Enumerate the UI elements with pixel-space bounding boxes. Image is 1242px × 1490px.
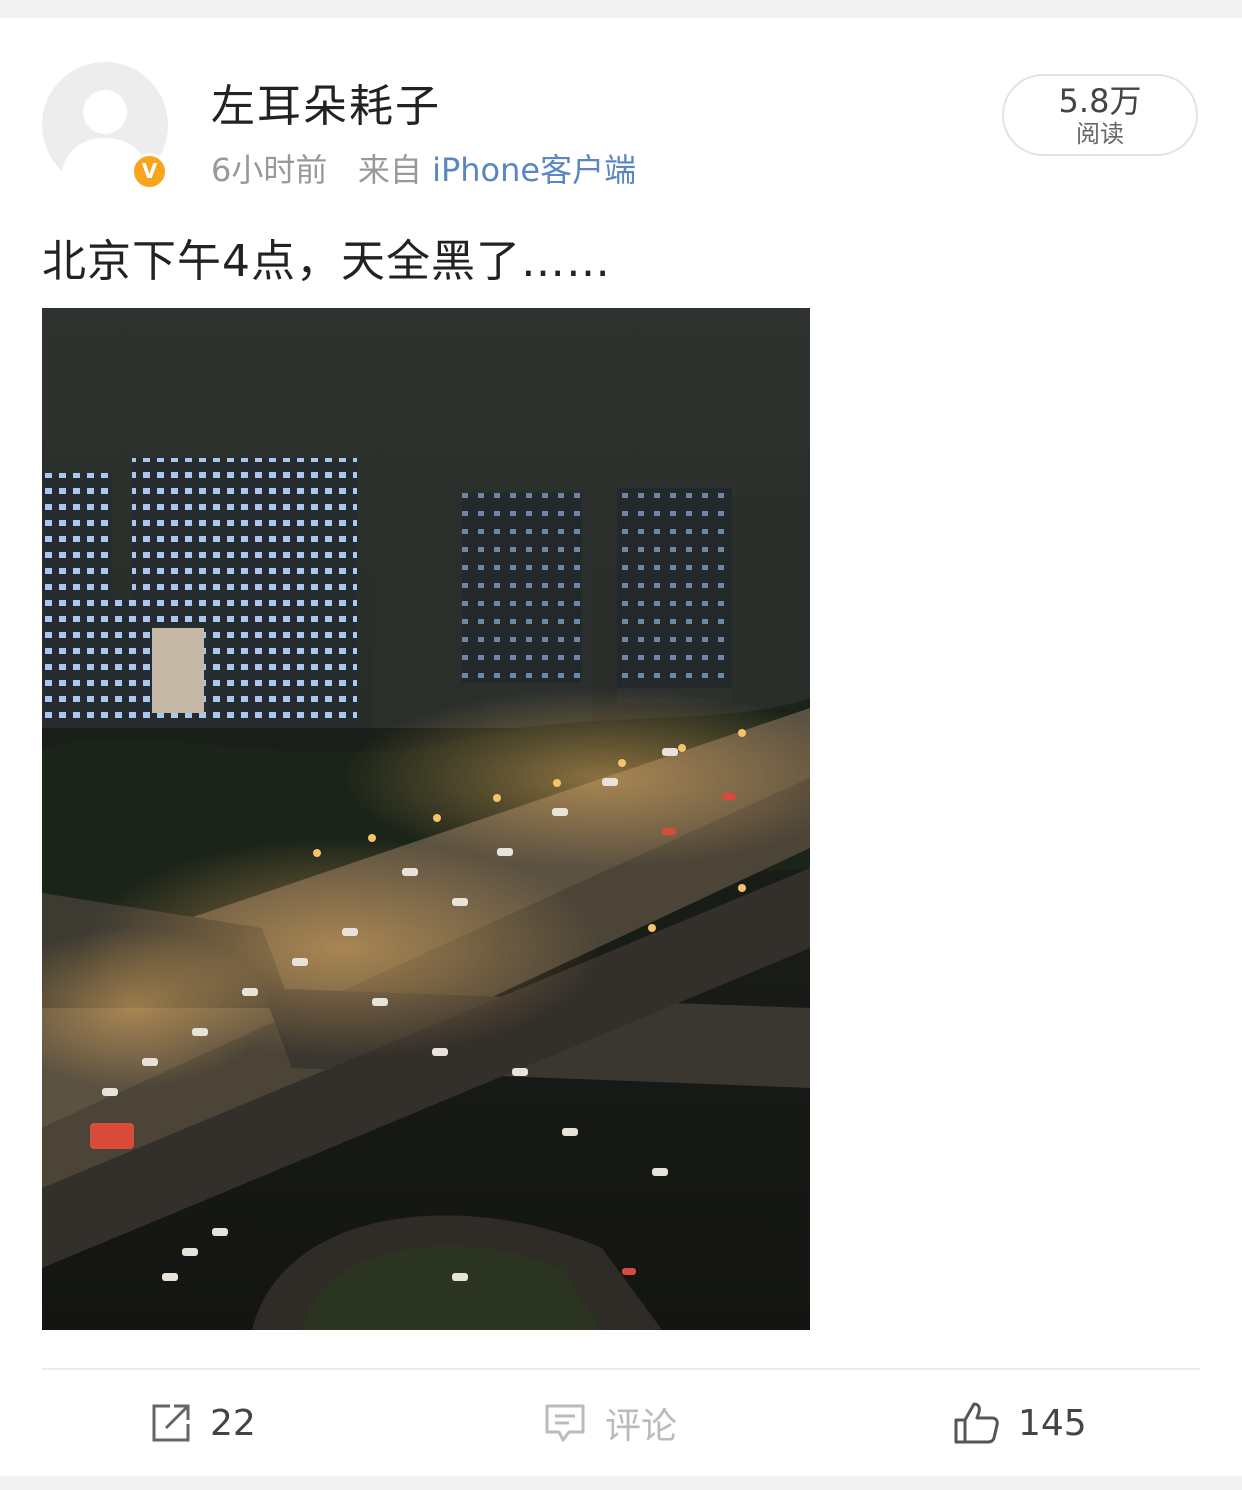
comment-button[interactable]: 评论 [543,1398,677,1448]
verified-badge-icon: V [131,153,168,190]
source-prefix: 来自 [357,151,422,189]
post-time: 6小时前 [211,151,328,189]
source-link[interactable]: iPhone客户端 [432,151,636,189]
bottom-separator [0,1476,1242,1490]
read-count-pill: 5.8万 阅读 [1002,74,1198,156]
comment-icon [545,1404,585,1442]
repost-count: 22 [210,1402,256,1444]
top-separator [0,0,1242,18]
repost-button[interactable]: 22 [150,1398,256,1448]
post-meta: 6小时前 来自 iPhone客户端 [211,145,636,191]
thumbs-up-icon [954,1402,999,1444]
share-icon [152,1404,190,1442]
post-image[interactable] [42,308,810,1330]
like-button[interactable]: 145 [952,1398,1087,1448]
read-count: 5.8万 [1058,82,1142,120]
like-count: 145 [1018,1402,1087,1444]
post-text: 北京下午4点，天全黑了…… [42,236,611,287]
comment-label: 评论 [605,1406,678,1447]
read-label: 阅读 [1076,120,1124,148]
username[interactable]: 左耳朵耗子 [211,70,441,134]
action-divider [42,1368,1200,1370]
